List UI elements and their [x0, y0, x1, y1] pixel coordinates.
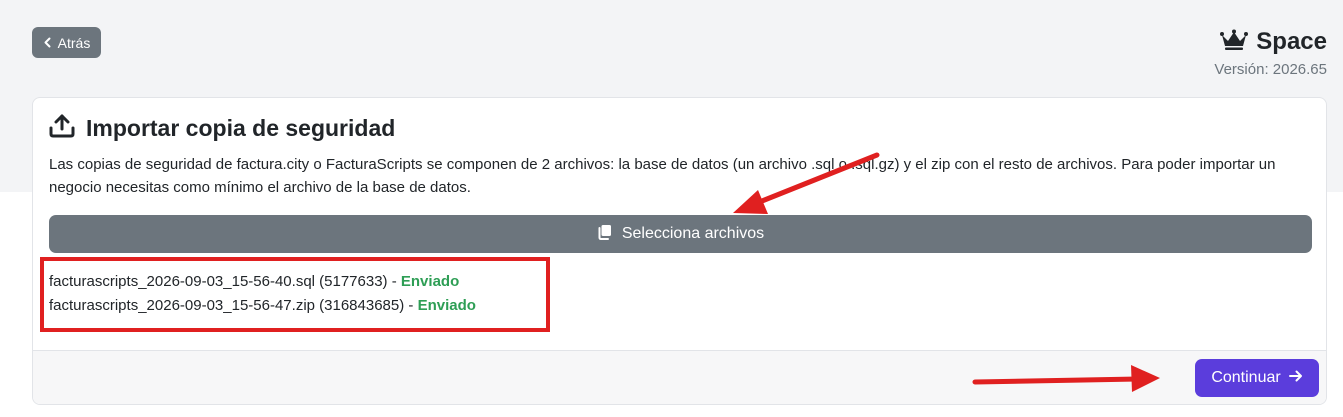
arrow-right-icon	[1288, 369, 1303, 387]
continue-button[interactable]: Continuar	[1195, 359, 1319, 397]
brand-name: Space	[1256, 28, 1327, 55]
select-files-label: Selecciona archivos	[621, 225, 765, 242]
copy-files-icon	[597, 224, 612, 245]
card-title: Importar copia de seguridad	[49, 114, 395, 143]
annotation-highlight-box	[40, 257, 550, 332]
version-label: Versión: 2026.65	[1214, 61, 1327, 78]
continue-button-label: Continuar	[1211, 369, 1281, 386]
page-title: Importar copia de seguridad	[86, 115, 396, 141]
chevron-left-icon	[43, 35, 52, 51]
upload-icon	[49, 114, 75, 143]
import-card: Importar copia de seguridad Las copias d…	[32, 97, 1327, 405]
back-button[interactable]: Atrás	[32, 27, 101, 58]
crown-icon	[1220, 29, 1249, 56]
select-files-button[interactable]: Selecciona archivos	[49, 215, 1312, 253]
card-footer: Continuar	[33, 350, 1326, 404]
back-button-label: Atrás	[57, 34, 91, 51]
description-text: Las copias de seguridad de factura.city …	[49, 156, 1276, 196]
brand: Space Versión: 2026.65	[1214, 28, 1327, 78]
